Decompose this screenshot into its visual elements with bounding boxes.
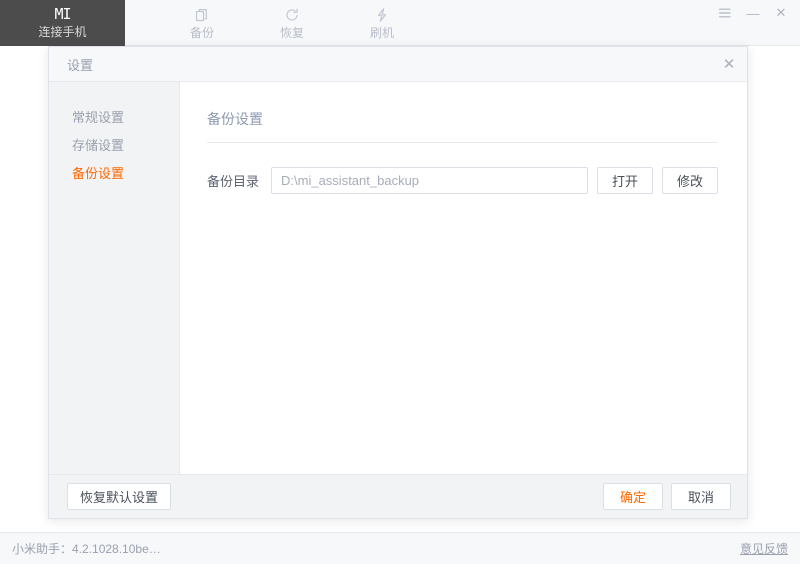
feedback-link[interactable]: 意见反馈 xyxy=(740,540,788,557)
restore-defaults-button[interactable]: 恢复默认设置 xyxy=(67,483,172,510)
sidebar-item-general[interactable]: 常规设置 xyxy=(49,102,179,130)
status-bar: 小米助手：4.2.1028.10be… 意见反馈 xyxy=(0,532,800,564)
modify-button[interactable]: 修改 xyxy=(662,167,718,194)
dialog-content: 备份设置 备份目录 打开 修改 xyxy=(180,82,747,476)
nav-label-backup: 备份 xyxy=(189,26,214,40)
toolbar-nav: 备份 恢复 刷机 xyxy=(125,0,427,46)
mi-logo-icon: MI xyxy=(54,5,71,23)
nav-label-flash: 刷机 xyxy=(369,26,394,40)
circular-restore-icon xyxy=(284,6,300,24)
dialog-title: 设置 xyxy=(67,57,94,73)
sidebar-item-backup[interactable]: 备份设置 xyxy=(49,158,179,186)
ok-button[interactable]: 确定 xyxy=(603,483,663,510)
connect-phone-label: 连接手机 xyxy=(38,25,87,39)
backup-directory-input[interactable] xyxy=(271,167,588,194)
lightning-bolt-icon xyxy=(374,6,390,24)
nav-item-flash[interactable]: 刷机 xyxy=(337,0,427,46)
main-toolbar: MI 连接手机 备份 恢复 刷机 — ✕ xyxy=(0,0,800,46)
dialog-sidebar: 常规设置 存储设置 备份设置 xyxy=(49,82,180,476)
settings-dialog: 设置 ✕ 常规设置 存储设置 备份设置 备份设置 备份目录 打开 修改 恢复默认… xyxy=(48,46,748,519)
app-window: MI 连接手机 备份 恢复 刷机 — ✕ 小米助手：4.2.1028.10be…… xyxy=(0,0,800,564)
menu-list-icon[interactable] xyxy=(712,1,738,25)
dialog-footer: 恢复默认设置 确定 取消 xyxy=(49,474,747,518)
cancel-button[interactable]: 取消 xyxy=(671,483,731,510)
connect-phone-tile[interactable]: MI 连接手机 xyxy=(0,0,125,46)
dialog-titlebar: 设置 xyxy=(49,47,747,82)
nav-label-restore: 恢复 xyxy=(279,26,304,40)
sidebar-item-storage[interactable]: 存储设置 xyxy=(49,130,179,158)
version-label: 小米助手：4.2.1028.10be… xyxy=(12,542,161,556)
backup-directory-row: 备份目录 打开 修改 xyxy=(207,167,718,194)
close-button[interactable]: ✕ xyxy=(768,1,794,25)
open-button[interactable]: 打开 xyxy=(597,167,653,194)
dialog-close-icon[interactable]: ✕ xyxy=(715,50,743,78)
backup-directory-label: 备份目录 xyxy=(207,174,260,189)
minimize-button[interactable]: — xyxy=(740,1,766,25)
nav-item-restore[interactable]: 恢复 xyxy=(247,0,337,46)
nav-item-backup[interactable]: 备份 xyxy=(157,0,247,46)
section-title: 备份设置 xyxy=(207,109,718,143)
window-controls: — ✕ xyxy=(712,0,794,26)
copy-stack-icon xyxy=(194,6,210,24)
footer-action-buttons: 确定 取消 xyxy=(603,483,731,510)
